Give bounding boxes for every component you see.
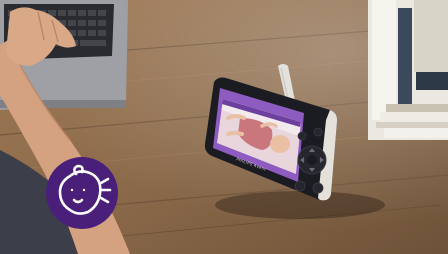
product-photo: PHILIPS Avent bbox=[0, 0, 448, 254]
stack-of-books bbox=[368, 0, 448, 140]
feature-badge bbox=[46, 157, 118, 229]
